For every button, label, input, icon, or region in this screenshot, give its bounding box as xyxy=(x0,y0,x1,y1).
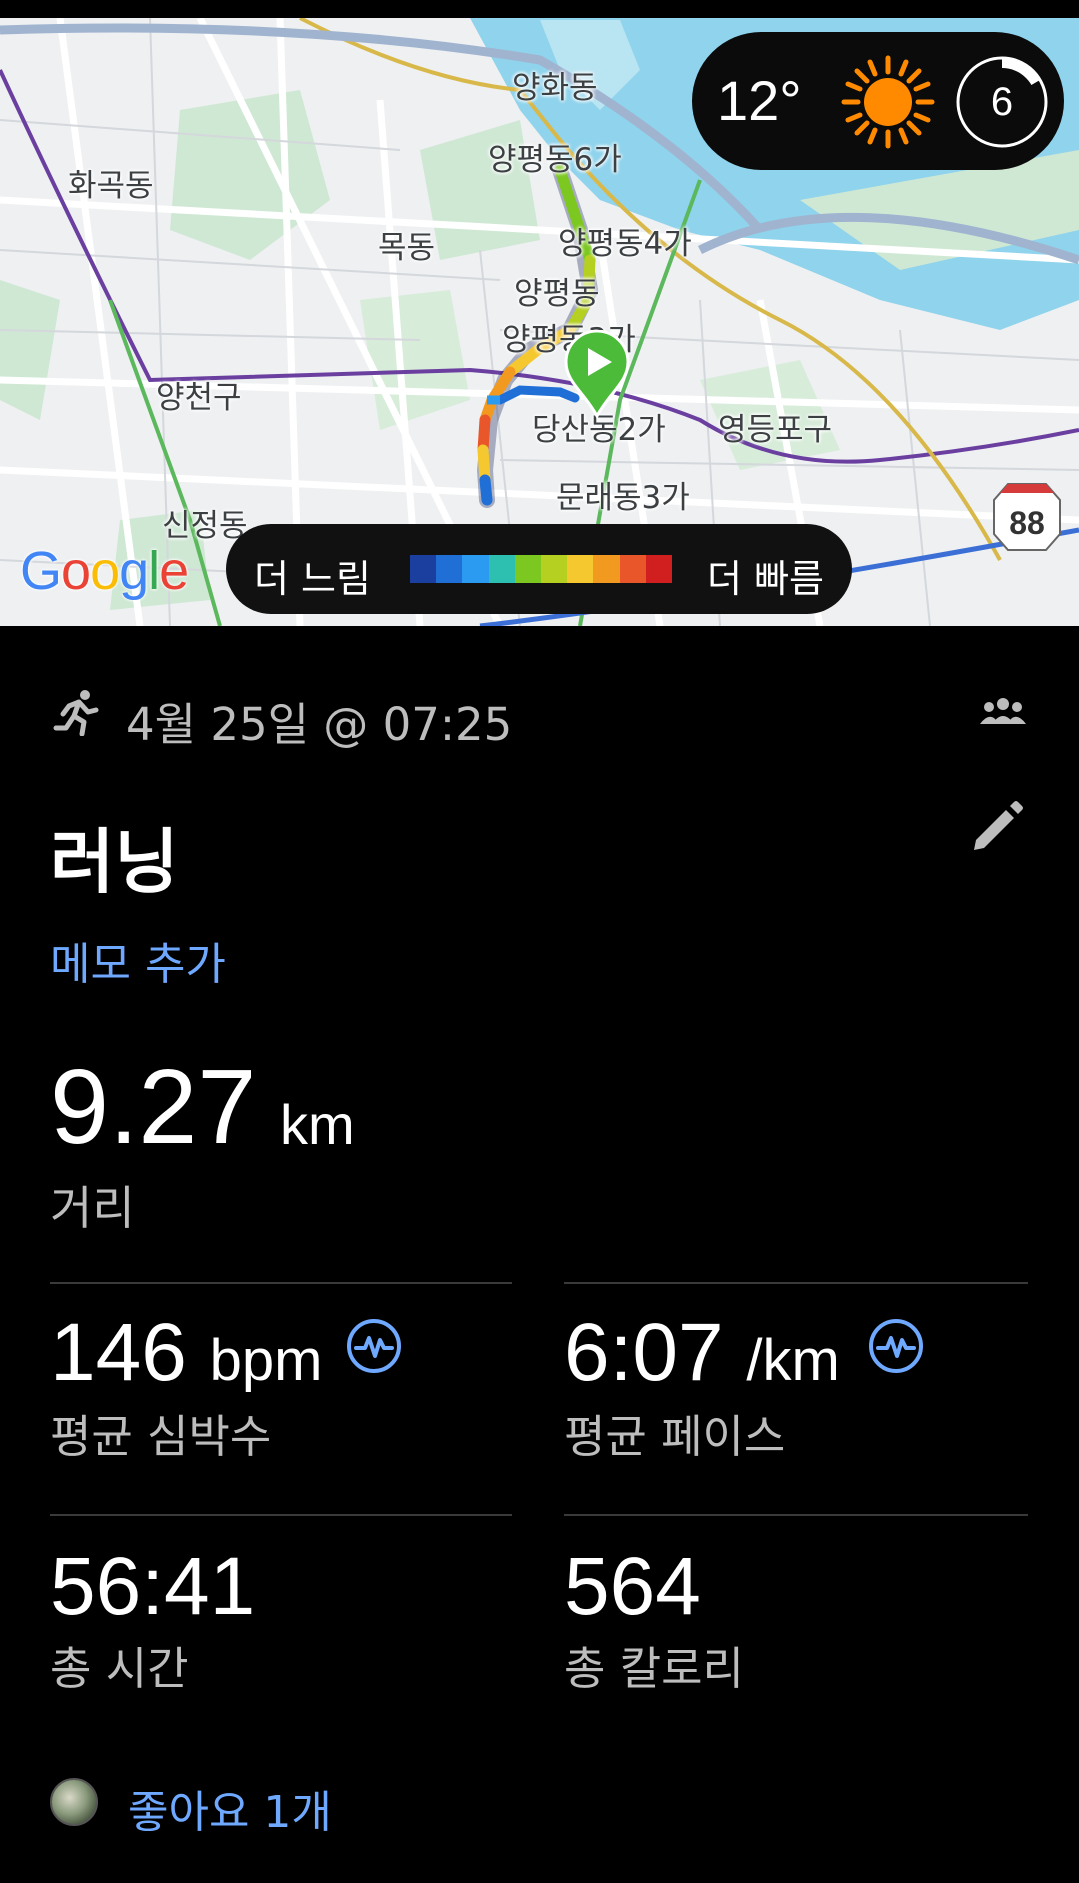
uv-index-badge: 6 xyxy=(954,54,1050,150)
map-label: 영등포구 xyxy=(718,412,833,448)
total-calories-value: 564 xyxy=(564,1541,701,1632)
map-label: 화곡동 xyxy=(68,168,154,204)
distance-label: 거리 xyxy=(50,1181,135,1235)
pace-label: 평균 페이스 xyxy=(564,1410,786,1463)
route-88-marker: 88 xyxy=(993,483,1061,551)
pace-color-swatch xyxy=(645,555,673,583)
pace-legend: 더 느림 더 빠름 xyxy=(226,524,852,614)
pace-color-swatch xyxy=(541,555,568,583)
workout-date: 4월 25일 @ 07:25 xyxy=(126,698,513,751)
heart-rate-unit: bpm xyxy=(209,1328,323,1393)
workout-detail-screen: 양화동 양평동6가 화곡동 목동 양평동4가 양평동 양평동3가 양천구 당산동… xyxy=(0,0,1079,1883)
pace-color-swatch xyxy=(436,555,463,583)
heart-rate-label: 평균 심박수 xyxy=(50,1410,272,1463)
total-time-value: 56:41 xyxy=(50,1541,256,1632)
divider xyxy=(50,1514,512,1516)
legend-slow-label: 더 느림 xyxy=(254,557,371,601)
pace-color-swatch xyxy=(593,555,620,583)
map-label: 양평동 xyxy=(514,276,600,312)
pace-color-swatch xyxy=(410,555,437,583)
map-label: 양천구 xyxy=(156,380,242,416)
google-logo: Google xyxy=(20,541,189,601)
map-label: 양평동6가 xyxy=(488,142,622,178)
uv-index-value: 6 xyxy=(990,80,1014,124)
divider xyxy=(564,1282,1028,1284)
pace-pulse-icon[interactable] xyxy=(868,1318,924,1374)
group-icon[interactable] xyxy=(980,696,1026,726)
map-label: 양화동 xyxy=(512,70,598,106)
distance-unit: km xyxy=(280,1093,355,1156)
route-map[interactable]: 양화동 양평동6가 화곡동 목동 양평동4가 양평동 양평동3가 양천구 당산동… xyxy=(0,0,1079,626)
pace-color-swatch xyxy=(567,555,594,583)
start-marker-icon[interactable] xyxy=(560,330,634,420)
pace-color-swatch xyxy=(488,555,515,583)
avatar[interactable] xyxy=(50,1778,98,1826)
add-memo-link[interactable]: 메모 추가 xyxy=(50,928,226,992)
pace-color-swatch xyxy=(462,555,489,583)
weather-widget[interactable]: 12° 6 xyxy=(692,32,1064,170)
pace-unit: /km xyxy=(746,1328,840,1393)
legend-fast-label: 더 빠름 xyxy=(707,557,824,601)
pace-color-scale xyxy=(410,555,673,583)
pace-color-swatch xyxy=(619,555,646,583)
pace-metric: 6:07 /km xyxy=(564,1312,840,1394)
sun-icon xyxy=(841,55,935,149)
map-label: 목동 xyxy=(378,230,436,266)
map-label: 문래동3가 xyxy=(556,480,690,516)
pace-color-swatch xyxy=(514,555,542,583)
route-88-label: 88 xyxy=(1009,505,1045,541)
divider xyxy=(50,1282,512,1284)
running-icon xyxy=(53,690,99,736)
heart-rate-pulse-icon[interactable] xyxy=(346,1318,402,1374)
heart-rate-metric: 146 bpm xyxy=(50,1312,322,1394)
divider xyxy=(564,1514,1028,1516)
pace-value: 6:07 xyxy=(564,1307,724,1398)
total-time-label: 총 시간 xyxy=(50,1642,189,1695)
edit-pencil-icon[interactable] xyxy=(968,798,1026,856)
likes-link[interactable]: 좋아요 1개 xyxy=(128,1776,332,1840)
heart-rate-value: 146 xyxy=(50,1307,187,1398)
map-label: 신정동 xyxy=(162,508,248,544)
distance-value: 9.27 xyxy=(50,1048,257,1166)
workout-title: 러닝 xyxy=(50,821,179,903)
temperature-text: 12° xyxy=(717,69,802,132)
status-strip xyxy=(0,0,1079,18)
total-calories-label: 총 칼로리 xyxy=(564,1642,744,1695)
map-label: 양평동4가 xyxy=(558,226,692,262)
